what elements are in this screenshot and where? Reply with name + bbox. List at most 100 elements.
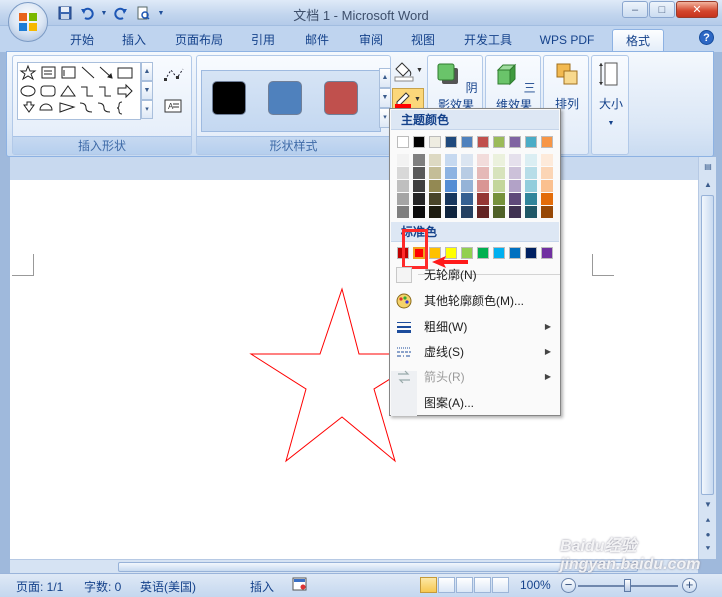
web-layout-view-icon[interactable] [456,577,473,593]
previous-page-icon[interactable]: ⯅ [701,513,715,528]
theme-shade-swatch[interactable] [477,180,489,192]
zoom-in-button[interactable]: + [682,578,697,593]
theme-shade-swatch[interactable] [525,193,537,205]
shape-fill-button[interactable]: ▼ [392,60,424,82]
menu-no-outline[interactable]: 无轮廓(N) [391,263,559,287]
styles-scroll-down-icon[interactable]: ▼ [379,88,391,108]
theme-color-swatch[interactable] [493,136,505,148]
style-swatch-black[interactable] [212,81,246,115]
draft-view-icon[interactable] [492,577,509,593]
ruler-toggle-icon[interactable]: ▤ [701,159,715,174]
size-button[interactable]: 大小 ▼ [594,60,628,127]
standard-color-swatch[interactable] [525,247,537,259]
theme-shade-swatch[interactable] [461,180,473,192]
theme-shade-swatch[interactable] [509,154,521,166]
theme-shade-swatch[interactable] [413,180,425,192]
scroll-up-icon[interactable]: ▲ [701,177,715,192]
theme-color-swatch[interactable] [445,136,457,148]
minimize-button[interactable]: – [622,1,648,18]
theme-shade-swatch[interactable] [493,206,505,218]
tab-home[interactable]: 开始 [58,29,106,52]
tab-insert[interactable]: 插入 [110,29,158,52]
shadow-effects-button[interactable]: 阴影效果 [432,60,480,113]
tab-developer[interactable]: 开发工具 [454,29,522,52]
zoom-level[interactable]: 100% [520,578,551,592]
zoom-out-button[interactable]: − [561,578,576,593]
theme-shade-swatch[interactable] [445,193,457,205]
theme-shade-swatch[interactable] [445,167,457,179]
theme-shade-swatch[interactable] [541,206,553,218]
theme-shade-swatch[interactable] [413,193,425,205]
theme-shade-swatch[interactable] [445,180,457,192]
theme-shade-swatch[interactable] [413,167,425,179]
theme-shade-swatch[interactable] [413,206,425,218]
theme-color-swatch[interactable] [429,136,441,148]
3d-effects-button[interactable]: 三维效果 [490,60,538,113]
shape-outline-button[interactable]: ▼ [392,88,424,110]
theme-shade-swatch[interactable] [493,154,505,166]
close-button[interactable]: ✕ [676,1,718,18]
tab-mailings[interactable]: 邮件 [294,29,340,52]
tab-references[interactable]: 引用 [240,29,286,52]
tab-page-layout[interactable]: 页面布局 [168,29,230,52]
theme-shade-swatch[interactable] [477,193,489,205]
theme-shade-swatch[interactable] [541,154,553,166]
theme-color-swatch[interactable] [397,136,409,148]
style-swatch-blue[interactable] [268,81,302,115]
menu-dashes[interactable]: 虚线(S) ▶ [391,340,559,364]
theme-shade-swatch[interactable] [493,167,505,179]
shapes-more-icon[interactable]: ▾ [141,100,153,119]
theme-shade-swatch[interactable] [461,193,473,205]
theme-shade-swatch[interactable] [461,154,473,166]
tab-wps-pdf[interactable]: WPS PDF [530,29,604,52]
macro-record-icon[interactable] [292,577,307,591]
theme-shade-swatch[interactable] [525,206,537,218]
theme-shade-swatch[interactable] [429,180,441,192]
zoom-slider-thumb[interactable] [624,579,631,592]
theme-shade-swatch[interactable] [429,167,441,179]
vertical-scrollbar[interactable]: ▤ ▲ ▼ ⯅ ● ⯆ [698,157,716,559]
menu-pattern[interactable]: 图案(A)... [391,391,559,415]
theme-shade-swatch[interactable] [477,167,489,179]
theme-shade-swatch[interactable] [397,180,409,192]
theme-shade-swatch[interactable] [525,154,537,166]
theme-shade-swatch[interactable] [461,206,473,218]
outline-view-icon[interactable] [474,577,491,593]
standard-color-swatch[interactable] [541,247,553,259]
standard-color-swatch[interactable] [493,247,505,259]
theme-shade-swatch[interactable] [397,193,409,205]
theme-shade-swatch[interactable] [397,167,409,179]
theme-shade-swatch[interactable] [509,206,521,218]
shapes-gallery[interactable] [17,62,141,120]
maximize-button[interactable]: □ [649,1,675,18]
theme-shade-swatch[interactable] [509,167,521,179]
edit-shape-icon[interactable] [163,66,185,87]
scroll-down-icon[interactable]: ▼ [701,497,715,512]
theme-shade-swatch[interactable] [397,154,409,166]
text-box-icon[interactable]: A [163,98,183,117]
theme-shade-swatch[interactable] [429,193,441,205]
star-shape[interactable] [10,180,698,559]
menu-weight[interactable]: 粗细(W) ▶ [391,315,559,339]
word-count[interactable]: 字数: 0 [84,578,121,595]
shapes-scroll-up-icon[interactable]: ▲ [141,62,153,81]
theme-shade-swatch[interactable] [493,193,505,205]
vertical-scroll-thumb[interactable] [701,195,714,495]
document-page[interactable] [10,180,698,559]
theme-shade-swatch[interactable] [493,180,505,192]
shape-styles-gallery[interactable] [201,70,381,132]
styles-scroll-up-icon[interactable]: ▲ [379,68,391,88]
arrange-button[interactable]: 排列 [546,60,588,112]
theme-shade-swatch[interactable] [429,154,441,166]
theme-color-swatch[interactable] [541,136,553,148]
theme-shade-swatch[interactable] [477,206,489,218]
theme-shade-swatch[interactable] [541,180,553,192]
theme-shade-swatch[interactable] [477,154,489,166]
tab-review[interactable]: 审阅 [348,29,394,52]
theme-color-swatch[interactable] [461,136,473,148]
theme-color-swatch[interactable] [509,136,521,148]
theme-shade-swatch[interactable] [461,167,473,179]
office-button[interactable] [8,2,48,42]
theme-shade-swatch[interactable] [413,154,425,166]
print-layout-view-icon[interactable] [420,577,437,593]
